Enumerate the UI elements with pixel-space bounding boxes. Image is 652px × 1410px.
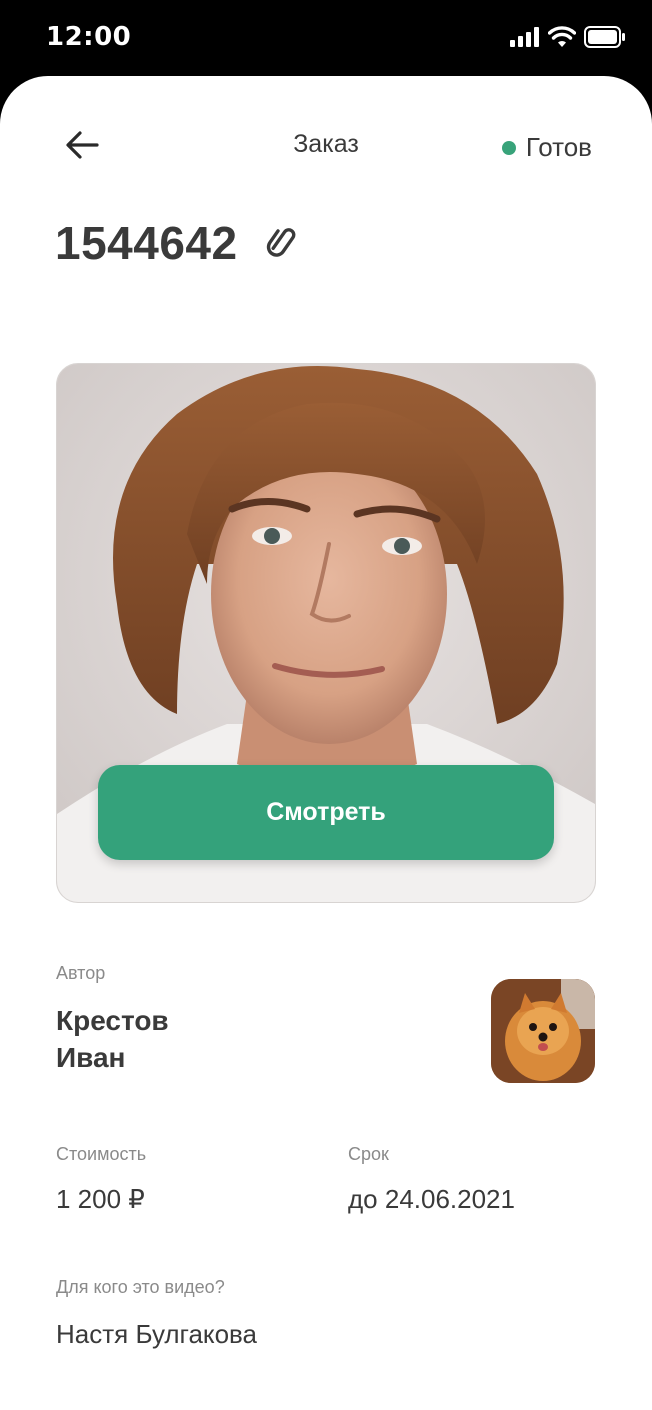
- status-badge: Готов: [501, 132, 592, 163]
- author-name: Крестов Иван: [56, 1002, 169, 1076]
- video-preview[interactable]: Смотреть: [56, 363, 596, 903]
- cost-value: 1 200 ₽: [56, 1184, 145, 1214]
- deadline-label: Срок: [348, 1144, 389, 1164]
- status-dot: [501, 140, 516, 155]
- status-bar: 12:00: [0, 0, 652, 76]
- recipient-label: Для кого это видео?: [56, 1277, 225, 1297]
- nav-bar: Заказ Готов: [0, 76, 652, 216]
- paperclip-icon: [266, 228, 296, 257]
- author-last-name: Крестов: [56, 1005, 169, 1036]
- deadline-value: до 24.06.2021: [348, 1184, 515, 1214]
- status-time: 12:00: [46, 22, 132, 52]
- dog-avatar-image: [491, 979, 595, 1083]
- order-number: 1544642: [55, 217, 238, 269]
- order-header: 1544642: [55, 216, 300, 270]
- cost-label: Стоимость: [56, 1144, 147, 1164]
- signal-icon: [510, 27, 540, 52]
- order-screen: Заказ Готов 1544642 Смотреть Автор Крест…: [0, 76, 652, 1410]
- avatar[interactable]: [491, 979, 595, 1083]
- watch-button[interactable]: Смотреть: [98, 765, 554, 860]
- author-label: Автор: [56, 963, 106, 983]
- battery-icon: [584, 26, 626, 53]
- status-label: Готов: [525, 132, 592, 162]
- recipient-value: Настя Булгакова: [56, 1319, 258, 1349]
- wifi-icon: [547, 26, 577, 53]
- copy-link-button[interactable]: [266, 223, 300, 263]
- author-first-name: Иван: [56, 1042, 126, 1073]
- status-icons: [510, 26, 626, 53]
